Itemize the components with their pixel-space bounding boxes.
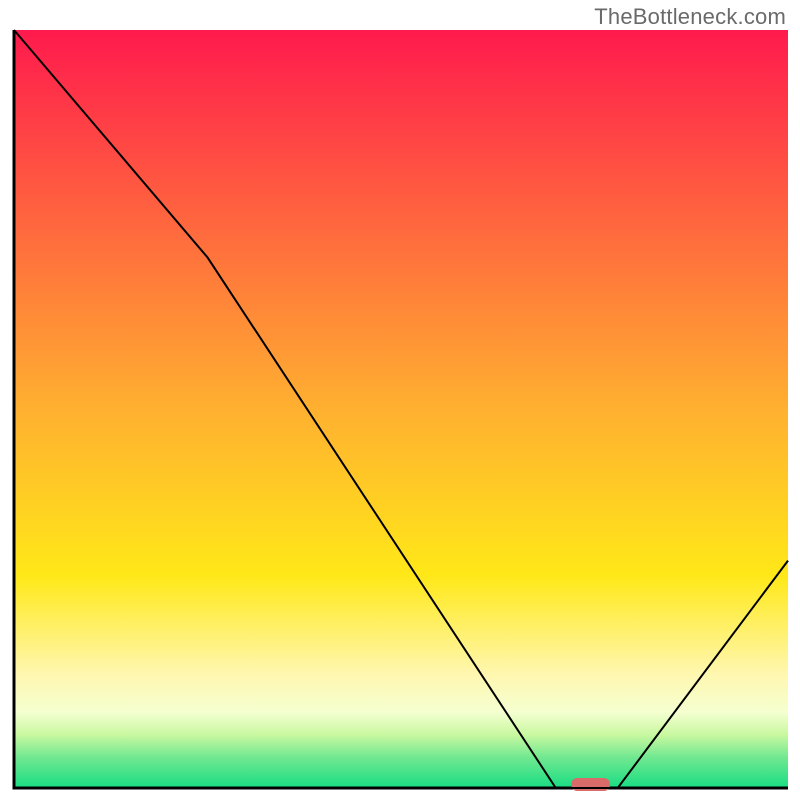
optimal-marker: [571, 778, 610, 791]
bottleneck-chart: [10, 28, 790, 792]
plot-background: [14, 30, 788, 788]
attribution-text: TheBottleneck.com: [594, 4, 786, 30]
